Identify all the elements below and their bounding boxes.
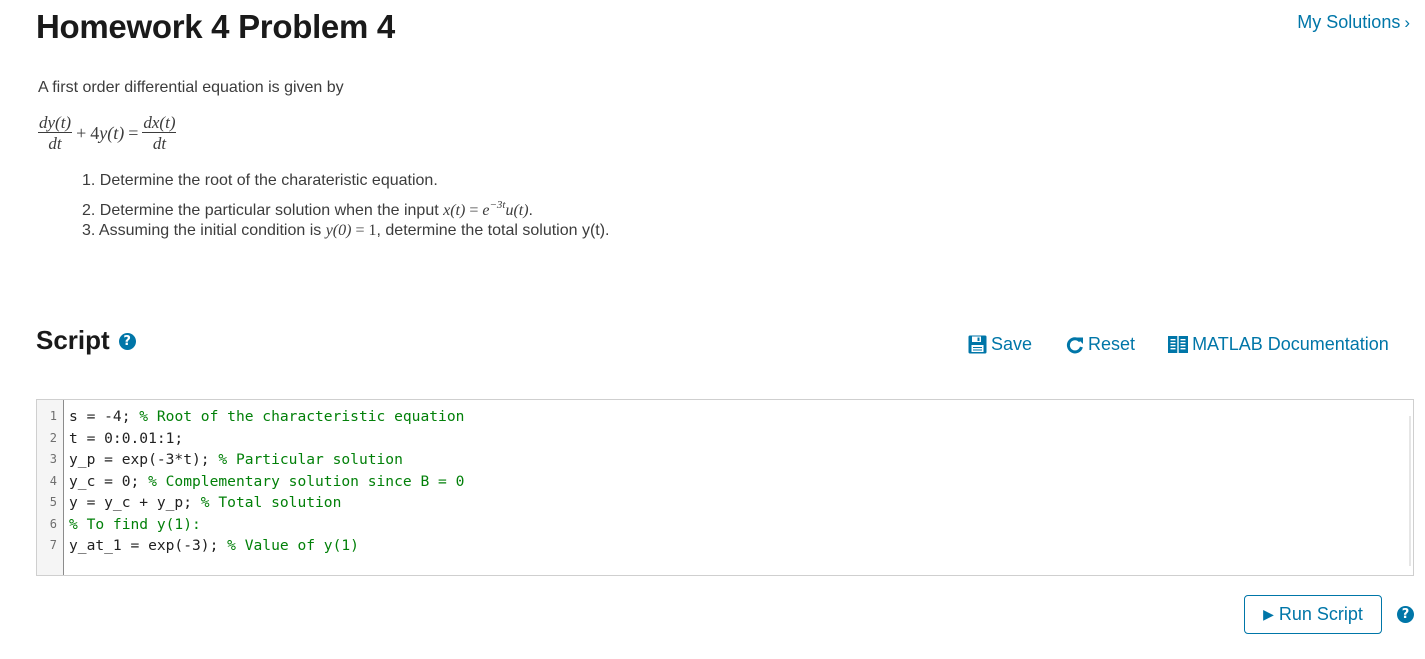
equals-sign: = [128, 122, 139, 143]
plus-sign: + [76, 122, 87, 143]
refresh-icon [1066, 336, 1084, 354]
task-text-after: . [528, 202, 533, 219]
code-line: 7 y_at_1 = exp(-3); % Value of y(1) [37, 535, 464, 557]
coefficient: 4 [90, 122, 100, 143]
code-line: 1 s = -4; % Root of the characteristic e… [37, 406, 465, 428]
input-expression: x(t) = e−3tu(t) [443, 199, 529, 219]
math-equals: = [355, 222, 365, 239]
line-number: 4 [49, 473, 57, 488]
code-text: % To find y(1): [69, 515, 201, 533]
task-text: Assuming the initial condition is [98, 222, 322, 239]
play-icon: ▶ [1263, 606, 1274, 622]
reset-label: Reset [1088, 334, 1136, 354]
task-list: 1. Determine the root of the charaterist… [82, 168, 610, 243]
line-number: 3 [49, 452, 57, 466]
math-lhs: y(0) [325, 222, 352, 239]
rhs-numerator: dx(t) [142, 113, 177, 133]
task-item: 3. Assuming the initial condition is y(0… [82, 218, 610, 243]
docs-label: MATLAB Documentation [1192, 334, 1389, 354]
math-rhs: 1 [368, 222, 377, 239]
math-equals: = [469, 202, 479, 219]
task-text-after: , determine the total solution y(t). [376, 222, 610, 239]
run-script-button[interactable]: ▶ Run Script [1244, 595, 1382, 634]
code-text: y_p = exp(-3*t); % Particular solution [69, 451, 403, 468]
task-number: 3. [82, 222, 96, 239]
code-editor[interactable]: 1 s = -4; % Root of the characteristic e… [36, 399, 1414, 576]
code-text: y = y_c + y_p; % Total solution [69, 494, 342, 511]
lhs-denominator: dt [48, 134, 62, 153]
script-header: Script ? [36, 325, 136, 356]
code-text: y_c = 0; % Complementary solution since … [69, 472, 465, 490]
task-item: 2. Determine the particular solution whe… [82, 193, 610, 219]
rhs-denominator: dt [152, 134, 167, 153]
code-text: s = -4; % Root of the characteristic equ… [69, 408, 465, 425]
line-number: 5 [49, 495, 57, 509]
page: Homework 4 Problem 4 My Solutions › A fir… [0, 0, 1425, 659]
code-line: 4 y_c = 0; % Complementary solution sinc… [37, 471, 465, 493]
script-toolbar: Save Reset MATLAB Documentation [968, 334, 1389, 355]
task-item: 1. Determine the root of the charaterist… [82, 168, 610, 193]
my-solutions-link[interactable]: My Solutions › [1297, 12, 1410, 33]
save-button[interactable]: Save [968, 334, 1032, 355]
math-tail: u(t) [505, 202, 529, 219]
task-number: 2. [82, 202, 96, 219]
lhs-numerator: dy(t) [38, 113, 73, 133]
line-number: 7 [49, 538, 57, 552]
line-number: 1 [49, 409, 57, 423]
reset-button[interactable]: Reset [1066, 334, 1135, 355]
code-line: 6 % To find y(1): [37, 514, 464, 536]
code-line: 2 t = 0:0.01:1; [37, 428, 464, 450]
matlab-documentation-link[interactable]: MATLAB Documentation [1168, 334, 1389, 355]
line-number: 2 [49, 430, 57, 445]
lhs-fraction: dy(t) dt [38, 113, 73, 153]
code-line: 3 y_p = exp(-3*t); % Particular solution [37, 449, 464, 471]
task-text: Determine the root of the charateristic … [99, 172, 438, 189]
code-line: 5 y = y_c + y_p; % Total solution [37, 492, 464, 514]
task-text: Determine the particular solution when t… [99, 202, 439, 219]
question-circle-icon[interactable]: ? [1397, 606, 1414, 623]
code-text: y_at_1 = exp(-3); % Value of y(1) [69, 537, 359, 554]
task-number: 1. [82, 172, 96, 189]
math-lhs: x(t) [443, 202, 466, 219]
page-title: Homework 4 Problem 4 [36, 8, 395, 45]
question-circle-icon[interactable]: ? [118, 333, 136, 350]
code-lines: 1 s = -4; % Root of the characteristic e… [37, 406, 465, 557]
book-icon [1168, 336, 1189, 353]
editor-scrollbar[interactable] [1409, 416, 1411, 566]
differential-equation: dy(t) dt + 4 y(t) = dx(t) dt [38, 113, 177, 153]
script-title: Script [36, 325, 110, 355]
math-exponent: −3t [489, 199, 506, 211]
line-number: 6 [49, 516, 57, 531]
my-solutions-label: My Solutions [1297, 12, 1401, 32]
rhs-fraction: dx(t) dt [142, 113, 177, 153]
problem-intro: A first order differential equation is g… [38, 79, 344, 96]
floppy-disk-icon [968, 335, 987, 354]
initial-condition: y(0) = 1 [326, 222, 377, 239]
term-variable: y(t) [99, 122, 125, 143]
run-script-label: Run Script [1278, 604, 1363, 624]
code-text: t = 0:0.01:1; [69, 429, 184, 447]
chevron-right-icon: › [1404, 13, 1410, 32]
save-label: Save [991, 334, 1033, 354]
